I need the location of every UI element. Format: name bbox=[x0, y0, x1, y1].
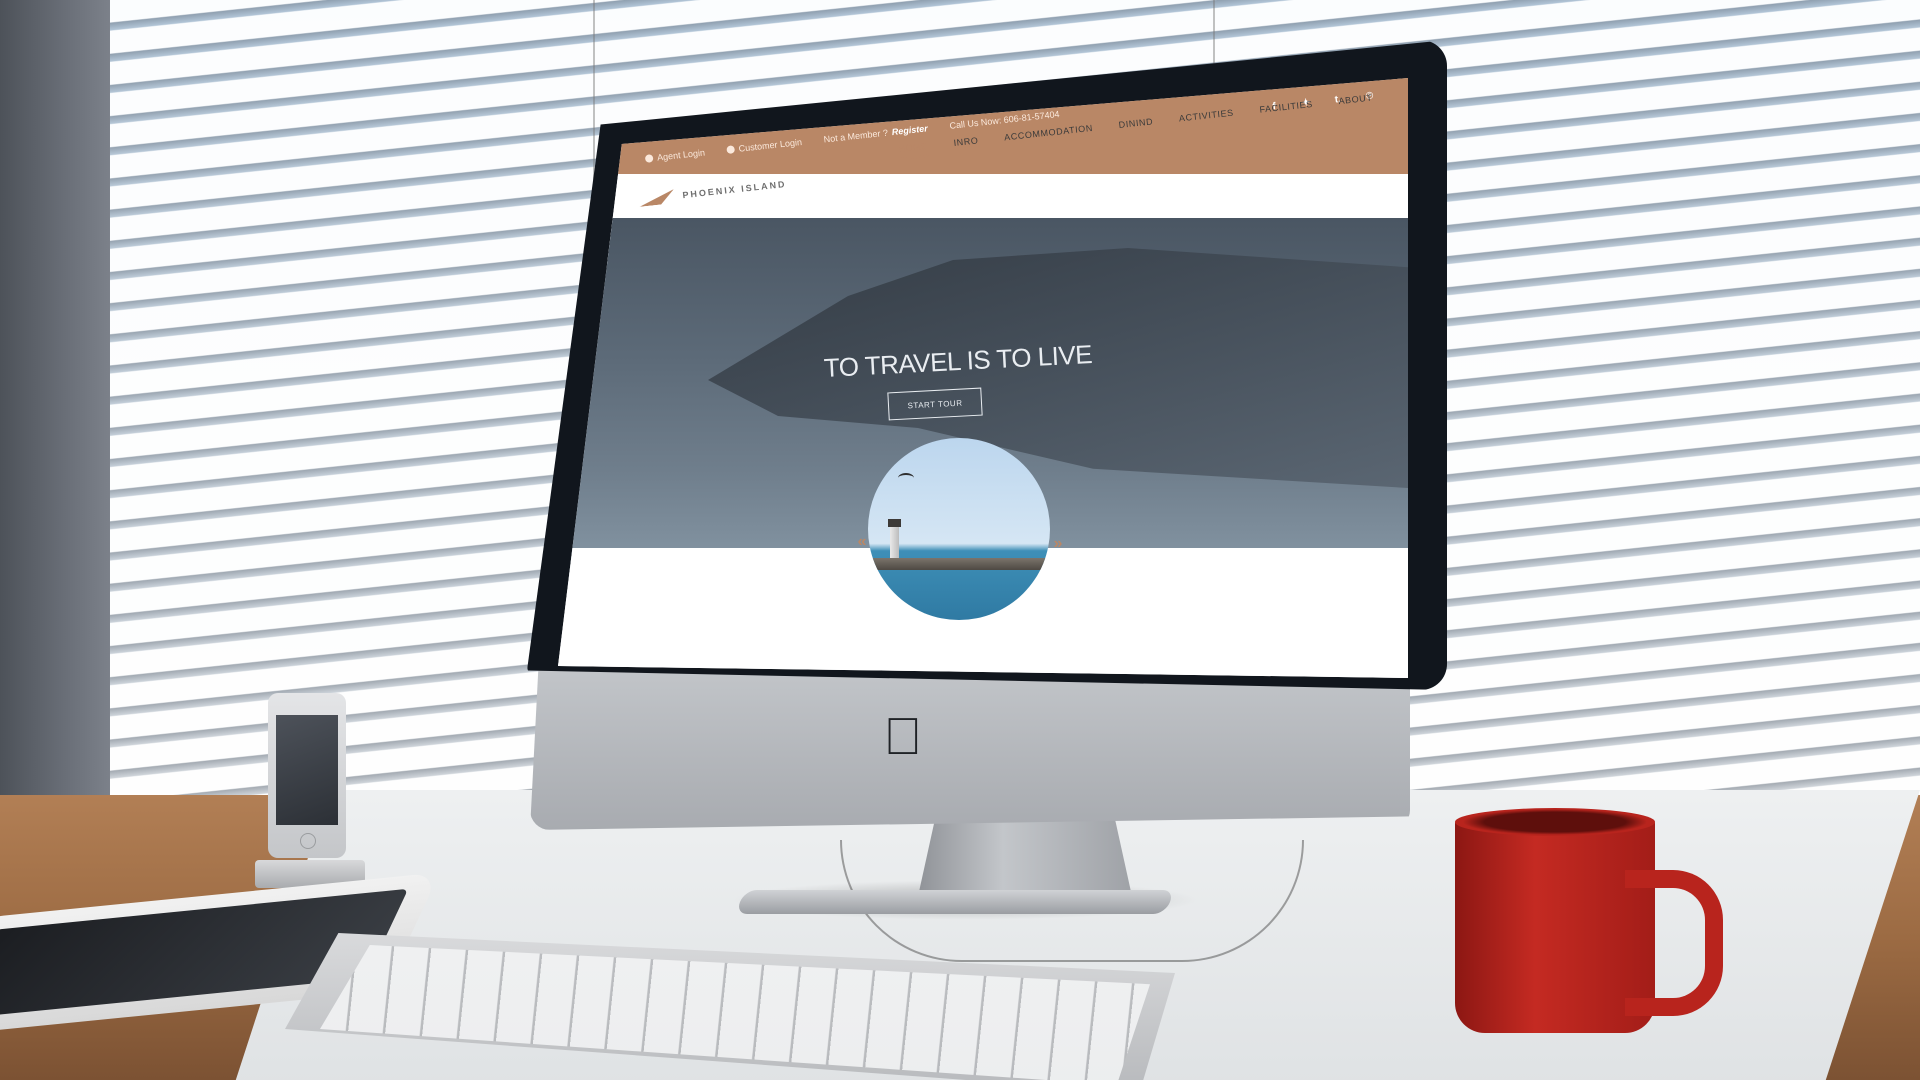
website: Agent Login Customer Login Not a Member … bbox=[558, 78, 1408, 678]
phone-screen bbox=[276, 715, 338, 825]
register-link[interactable]: Register bbox=[891, 123, 928, 137]
user-icon bbox=[644, 154, 654, 163]
member-prompt-text: Not a Member ? bbox=[823, 127, 889, 145]
mug-handle bbox=[1625, 870, 1723, 1016]
home-button-icon bbox=[300, 833, 316, 849]
slider-prev-icon[interactable]: « bbox=[854, 534, 870, 550]
bird-icon bbox=[898, 473, 914, 483]
start-tour-button[interactable]: START TOUR bbox=[887, 387, 983, 421]
mug-rim bbox=[1455, 808, 1655, 836]
imac-screen: Agent Login Customer Login Not a Member … bbox=[558, 78, 1408, 678]
agent-login-label: Agent Login bbox=[656, 147, 706, 163]
nav-item-intro[interactable]: INRO bbox=[953, 135, 979, 154]
lighthouse-icon bbox=[888, 519, 901, 562]
agent-login-link[interactable]: Agent Login bbox=[644, 147, 706, 163]
slider-next-icon[interactable]: » bbox=[1050, 536, 1066, 552]
customer-login-label: Customer Login bbox=[738, 136, 803, 154]
apple-logo-icon:  bbox=[883, 711, 923, 763]
slider-photo bbox=[868, 438, 1050, 620]
customer-login-link[interactable]: Customer Login bbox=[726, 137, 802, 155]
smartphone bbox=[268, 693, 346, 858]
nav-item-home[interactable]: HOME bbox=[898, 140, 929, 160]
member-prompt: Not a Member ? Register bbox=[823, 123, 928, 144]
jetty bbox=[868, 558, 1050, 570]
user-icon bbox=[726, 145, 736, 155]
imac-stand-base bbox=[735, 890, 1175, 914]
room-scene:  Agent Login Customer Login Not a Membe… bbox=[0, 0, 1920, 1080]
